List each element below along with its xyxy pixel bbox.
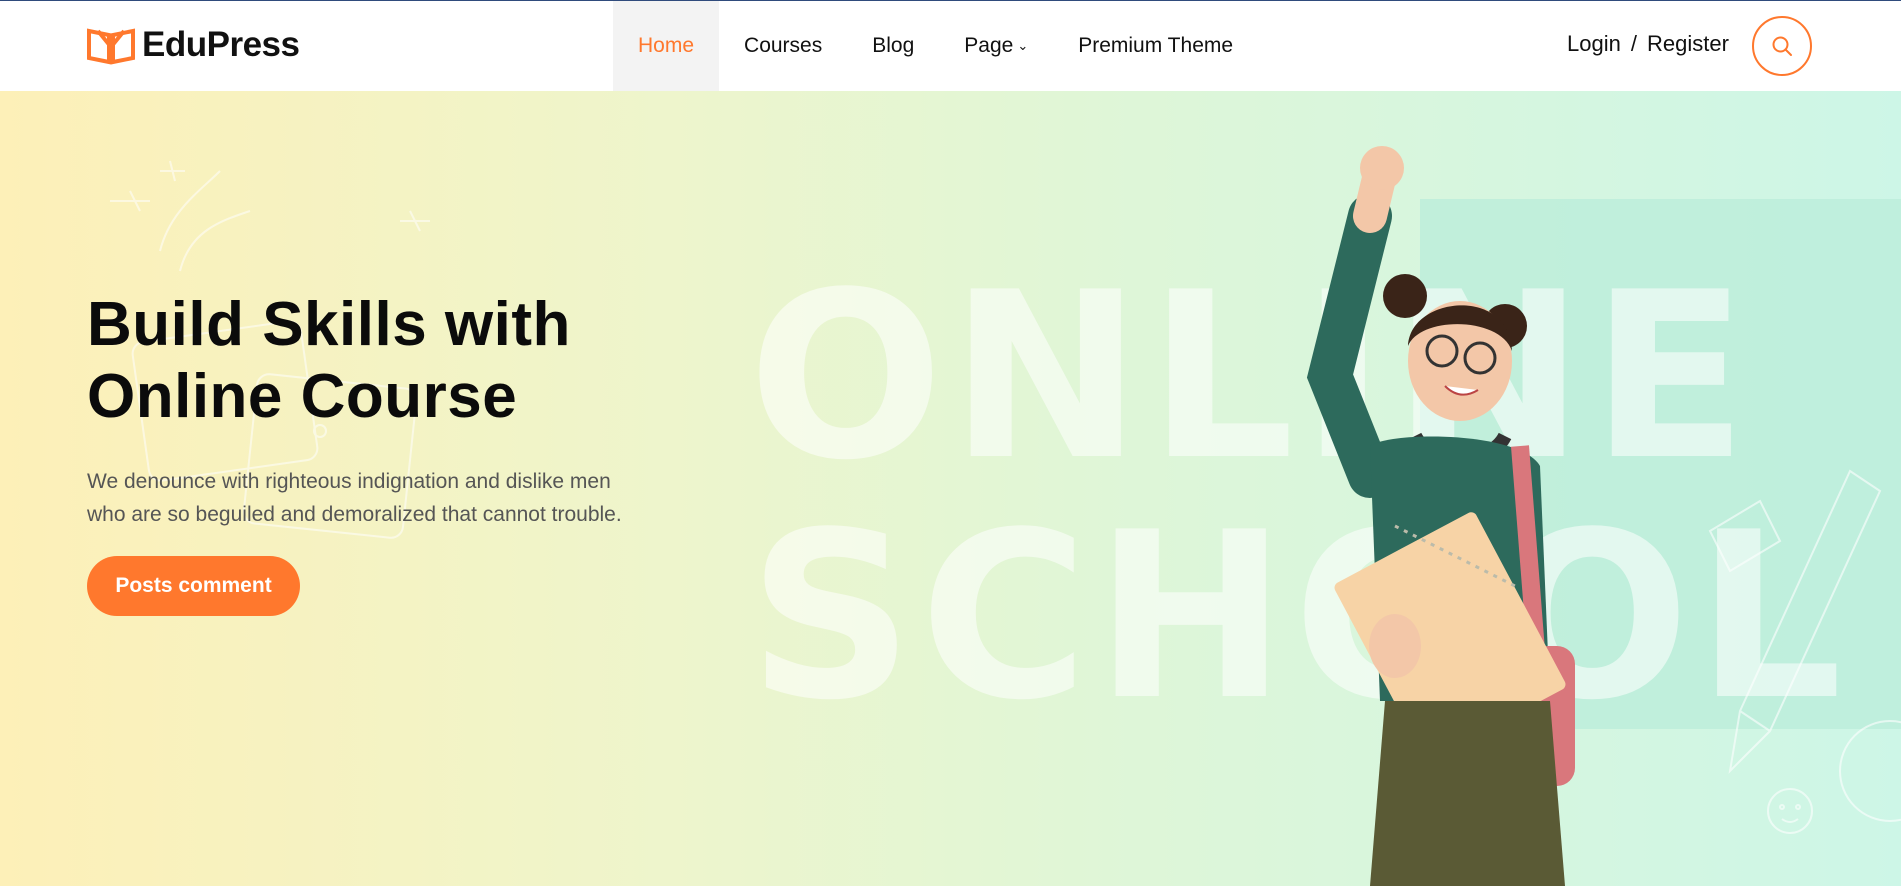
nav-item-courses[interactable]: Courses — [719, 1, 847, 91]
open-book-logo-icon — [87, 28, 135, 65]
student-photo — [1306, 146, 1575, 886]
register-link[interactable]: Register — [1647, 31, 1729, 57]
nav-item-label: Premium Theme — [1078, 34, 1234, 57]
nav-item-label: Courses — [744, 34, 823, 57]
posts-comment-button[interactable]: Posts comment — [87, 556, 300, 616]
pencil-doodle-icon — [1708, 469, 1901, 834]
main-nav: Home Courses Blog Page ⌄ Premium Theme — [613, 1, 1258, 91]
nav-item-premium-theme[interactable]: Premium Theme — [1053, 1, 1258, 91]
hero-title-line-1: Build Skills with — [87, 290, 571, 359]
search-icon — [1772, 36, 1792, 56]
hero-description: We denounce with righteous indignation a… — [87, 465, 667, 531]
brand-logo[interactable]: EduPress — [86, 25, 300, 65]
nav-item-page[interactable]: Page ⌄ — [939, 1, 1053, 91]
nav-item-label: Blog — [872, 34, 915, 57]
hero-section: ONLINE SCHOOL Build Skills with Online C… — [0, 91, 1901, 886]
site-header: EduPress Home Courses Blog Page ⌄ Premiu… — [0, 1, 1901, 91]
nav-item-home[interactable]: Home — [613, 1, 720, 91]
brand-name: EduPress — [142, 25, 300, 64]
login-link[interactable]: Login — [1567, 31, 1621, 57]
hero-title-line-2: Online Course — [87, 362, 518, 431]
hero-description-line-1: We denounce with righteous indignation a… — [87, 470, 611, 493]
hero-description-line-2: who are so beguiled and demoralized that… — [87, 503, 622, 526]
chevron-down-icon: ⌄ — [1017, 38, 1029, 53]
auth-separator: / — [1630, 31, 1637, 56]
nav-item-label: Page — [964, 34, 1014, 57]
hero-title: Build Skills with Online Course — [87, 289, 727, 433]
nav-item-blog[interactable]: Blog — [847, 1, 939, 91]
search-button[interactable] — [1752, 16, 1812, 76]
auth-links: Login / Register — [1567, 31, 1729, 57]
nav-item-label: Home — [638, 34, 695, 57]
